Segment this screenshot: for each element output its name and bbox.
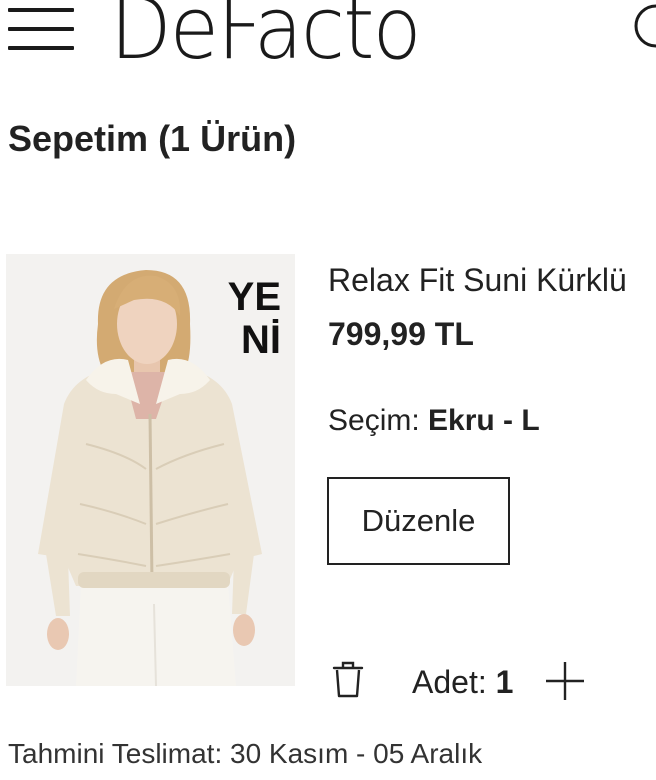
new-badge: YE Nİ xyxy=(228,276,281,362)
menu-bar xyxy=(8,27,74,31)
quantity: Adet: 1 xyxy=(412,664,513,701)
product-price: 799,99 TL xyxy=(328,316,474,352)
hamburger-menu-icon[interactable] xyxy=(8,6,74,52)
product-selection: Seçim: Ekru - L xyxy=(328,404,540,438)
menu-bar xyxy=(8,46,74,50)
quantity-value: 1 xyxy=(495,664,514,700)
new-badge-line: Nİ xyxy=(241,318,281,362)
new-badge-line: YE xyxy=(227,275,281,319)
plus-icon[interactable] xyxy=(544,660,586,702)
logo-text: DeFacto xyxy=(110,0,422,79)
product-name[interactable]: Relax Fit Suni Kürklü xyxy=(328,262,627,299)
menu-bar xyxy=(8,8,74,12)
product-image[interactable]: YE Nİ xyxy=(6,254,295,686)
brand-logo[interactable]: DeFacto xyxy=(110,0,443,72)
cart-title: Sepetim xyxy=(8,118,149,159)
search-icon[interactable] xyxy=(630,2,656,50)
selection-label: Seçim: xyxy=(328,404,420,437)
cart-item-count: (1 Ürün) xyxy=(158,118,297,159)
quantity-label: Adet: xyxy=(412,664,487,700)
selection-value: Ekru - L xyxy=(428,404,540,437)
estimated-delivery: Tahmini Teslimat: 30 Kasım - 05 Aralık xyxy=(8,738,483,769)
edit-button[interactable]: Düzenle xyxy=(327,477,510,565)
page-title: Sepetim (1 Ürün) xyxy=(8,118,296,160)
trash-icon[interactable] xyxy=(331,660,365,700)
